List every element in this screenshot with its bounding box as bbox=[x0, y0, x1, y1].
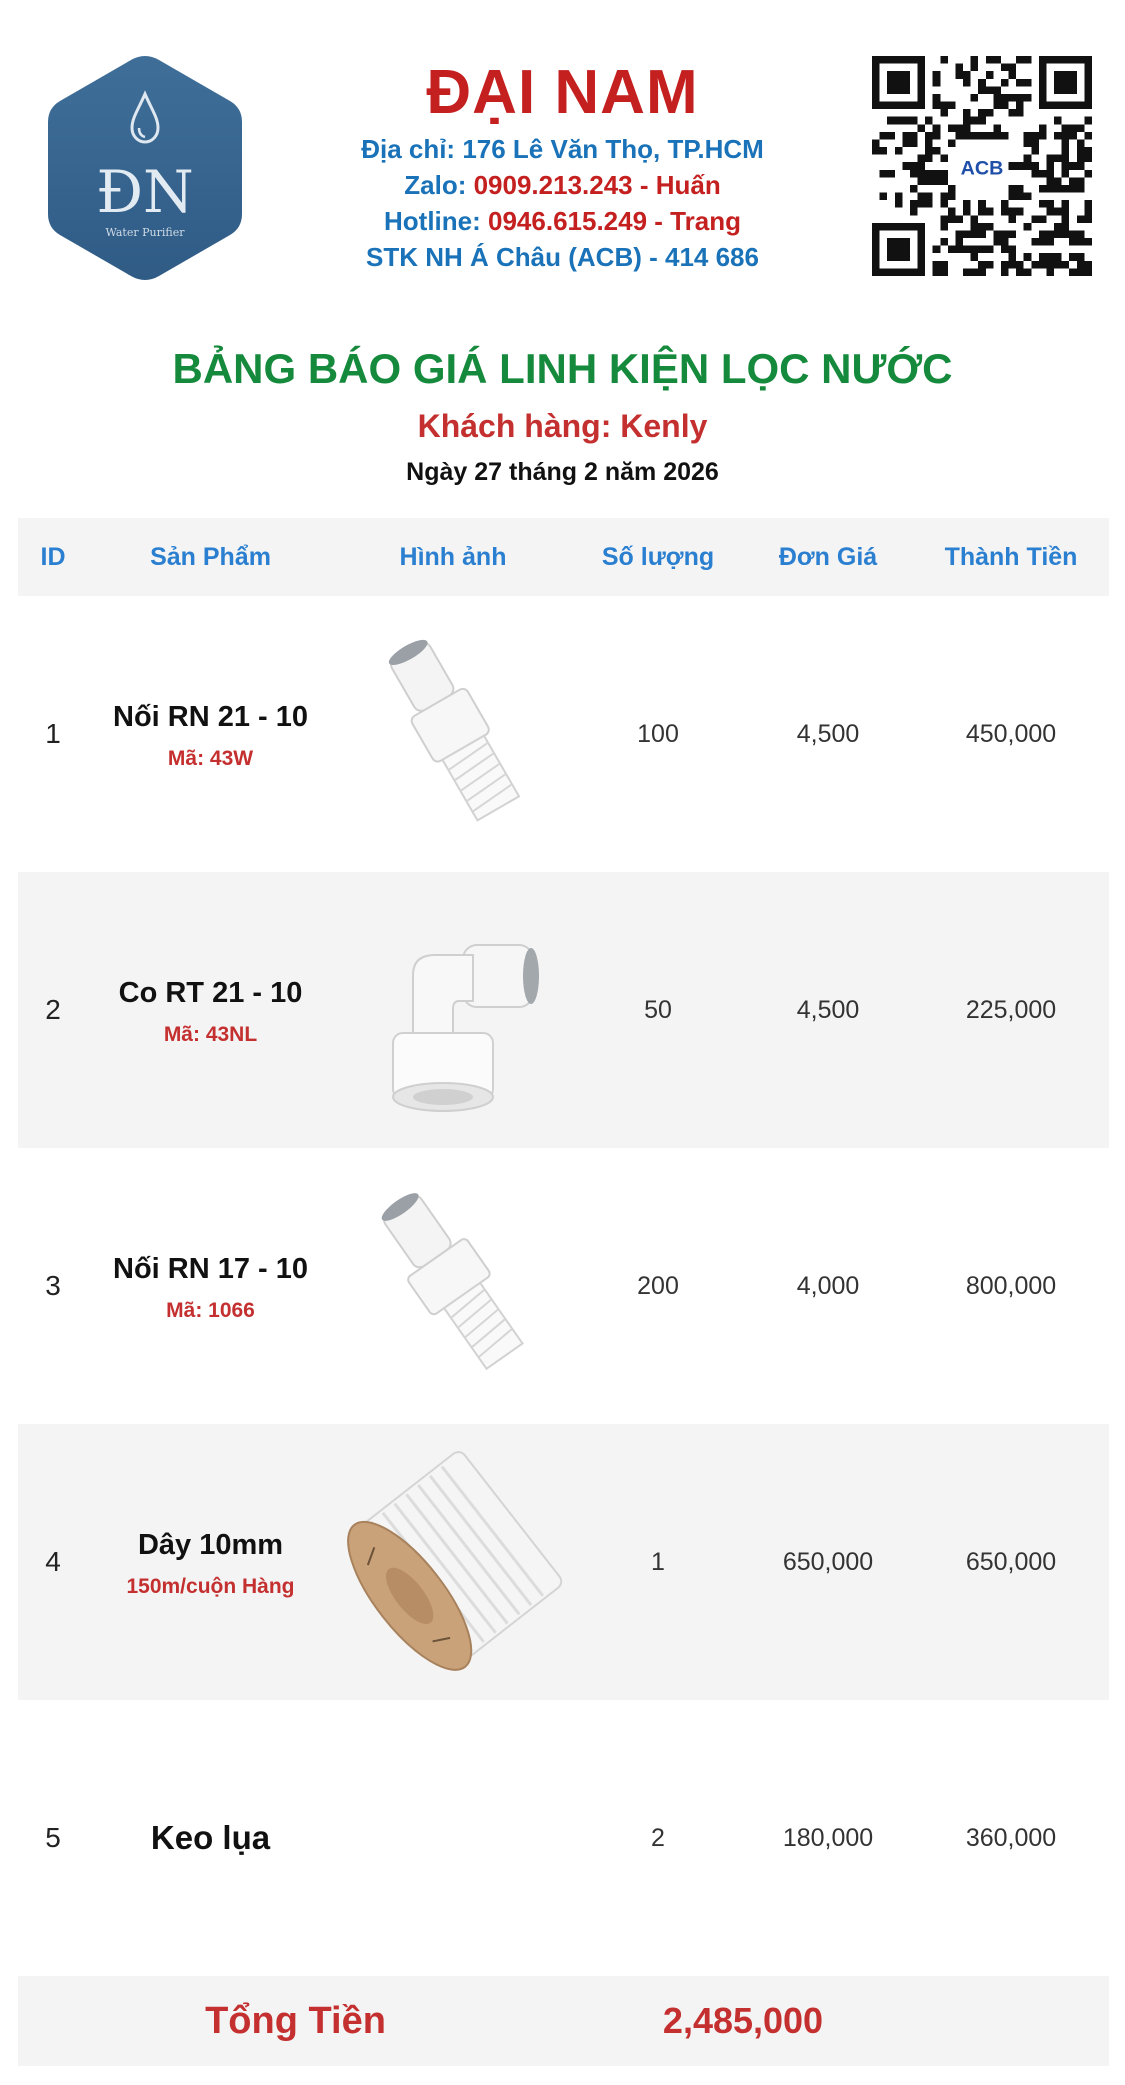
hotline-number: 0946.615.249 - Trang bbox=[488, 206, 741, 236]
bank-account-line: STK NH Á Châu (ACB) - 414 686 bbox=[366, 242, 759, 272]
header-quantity: Số lượng bbox=[601, 542, 715, 571]
unit-price: 650,000 bbox=[782, 1547, 874, 1576]
product-cell: Dây 10mm 150m/cuộn Hàng bbox=[88, 1525, 333, 1599]
product-cell: Co RT 21 - 10 Mã: 43NL bbox=[88, 973, 333, 1047]
quantity: 200 bbox=[637, 1271, 679, 1300]
table-row: 1 Nối RN 21 - 10 Mã: 43W 100 4,500 450,0… bbox=[18, 596, 1109, 872]
product-code: Mã: 43W bbox=[167, 747, 254, 770]
straight-connector-image bbox=[388, 639, 521, 822]
tube-coil-image bbox=[347, 1451, 563, 1671]
product-image-cell bbox=[333, 1181, 573, 1391]
quantity: 100 bbox=[637, 719, 679, 748]
line-total: 360,000 bbox=[965, 1823, 1057, 1852]
table-row: 4 Dây 10mm 150m/cuộn Hàng 1 650,000 650,… bbox=[18, 1424, 1109, 1700]
product-image-cell bbox=[333, 629, 573, 839]
unit-price: 4,500 bbox=[796, 719, 860, 748]
table-row: 2 Co RT 21 - 10 Mã: 43NL 50 4,500 225,00… bbox=[18, 872, 1109, 1148]
address-line: Địa chỉ: 176 Lê Văn Thọ, TP.HCM bbox=[361, 134, 764, 164]
straight-connector-image bbox=[381, 1193, 524, 1371]
total-label: Tổng Tiền bbox=[205, 1999, 386, 2042]
quantity: 1 bbox=[651, 1547, 665, 1576]
product-code: 150m/cuộn Hàng bbox=[126, 1575, 295, 1598]
table-row: 5 Keo lụa 2 180,000 360,000 bbox=[18, 1700, 1109, 1976]
elbow-connector-image bbox=[392, 944, 539, 1112]
product-image-cell bbox=[333, 1442, 573, 1682]
header-product: Sản Phẩm bbox=[150, 542, 271, 571]
line-total: 800,000 bbox=[965, 1271, 1057, 1300]
product-name: Keo lụa bbox=[150, 1819, 271, 1856]
product-code: Mã: 1066 bbox=[166, 1299, 255, 1322]
title-block: BẢNG BÁO GIÁ LINH KIỆN LỌC NƯỚC Khách hà… bbox=[0, 340, 1125, 490]
company-name: ĐẠI NAM bbox=[426, 58, 699, 127]
header-image: Hình ảnh bbox=[399, 542, 507, 571]
header-line-total: Thành Tiền bbox=[944, 542, 1078, 571]
unit-price: 4,500 bbox=[796, 995, 860, 1024]
svg-text:Water Purifier: Water Purifier bbox=[106, 226, 186, 239]
quantity: 50 bbox=[644, 995, 672, 1024]
zalo-line: Zalo: 0909.213.243 - Huấn bbox=[404, 170, 721, 200]
document-date: Ngày 27 tháng 2 năm 2026 bbox=[406, 458, 719, 486]
quote-table: ID Sản Phẩm Hình ảnh Số lượng Đơn Giá Th… bbox=[18, 518, 1109, 2066]
company-info: ĐẠI NAM Địa chỉ: 176 Lê Văn Thọ, TP.HCM … bbox=[300, 55, 825, 275]
line-total: 650,000 bbox=[965, 1547, 1057, 1576]
acb-badge: ACB bbox=[961, 157, 1004, 179]
customer-name: Khách hàng: Kenly bbox=[417, 408, 708, 444]
row-id: 2 bbox=[45, 994, 61, 1025]
header-id: ID bbox=[40, 542, 66, 571]
total-row: Tổng Tiền 2,485,000 bbox=[18, 1976, 1109, 2066]
product-cell: Nối RN 17 - 10 Mã: 1066 bbox=[88, 1249, 333, 1323]
line-total: 225,000 bbox=[965, 995, 1057, 1024]
row-id: 5 bbox=[45, 1822, 61, 1853]
quantity: 2 bbox=[651, 1823, 665, 1852]
table-row: 3 Nối RN 17 - 10 Mã: 1066 200 4,000 800,… bbox=[18, 1148, 1109, 1424]
unit-price: 4,000 bbox=[796, 1271, 860, 1300]
company-logo: ĐN Water Purifier bbox=[48, 56, 242, 280]
product-cell: Keo lụa bbox=[88, 1818, 333, 1858]
hotline-line: Hotline: 0946.615.249 - Trang bbox=[384, 206, 741, 236]
total-amount: 2,485,000 bbox=[662, 2000, 824, 2041]
product-code: Mã: 43NL bbox=[163, 1023, 258, 1046]
header-unit-price: Đơn Giá bbox=[778, 542, 878, 571]
row-id: 1 bbox=[45, 718, 61, 749]
product-name: Co RT 21 - 10 bbox=[118, 977, 303, 1009]
svg-text:ĐN: ĐN bbox=[96, 158, 194, 226]
table-header: ID Sản Phẩm Hình ảnh Số lượng Đơn Giá Th… bbox=[18, 518, 1109, 596]
product-name: Nối RN 21 - 10 bbox=[113, 701, 308, 733]
row-id: 4 bbox=[45, 1546, 61, 1577]
line-total: 450,000 bbox=[965, 719, 1057, 748]
product-image-cell bbox=[333, 905, 573, 1115]
document-title: BẢNG BÁO GIÁ LINH KIỆN LỌC NƯỚC bbox=[172, 345, 953, 392]
product-name: Dây 10mm bbox=[137, 1529, 284, 1561]
unit-price: 180,000 bbox=[782, 1823, 874, 1852]
zalo-number: 0909.213.243 - Huấn bbox=[473, 170, 721, 200]
product-name: Nối RN 17 - 10 bbox=[113, 1253, 308, 1285]
row-id: 3 bbox=[45, 1270, 61, 1301]
header: ĐN Water Purifier ĐẠI NAM Địa chỉ: 176 L… bbox=[0, 0, 1125, 300]
qr-code: ACB bbox=[872, 56, 1092, 276]
product-cell: Nối RN 21 - 10 Mã: 43W bbox=[88, 697, 333, 771]
